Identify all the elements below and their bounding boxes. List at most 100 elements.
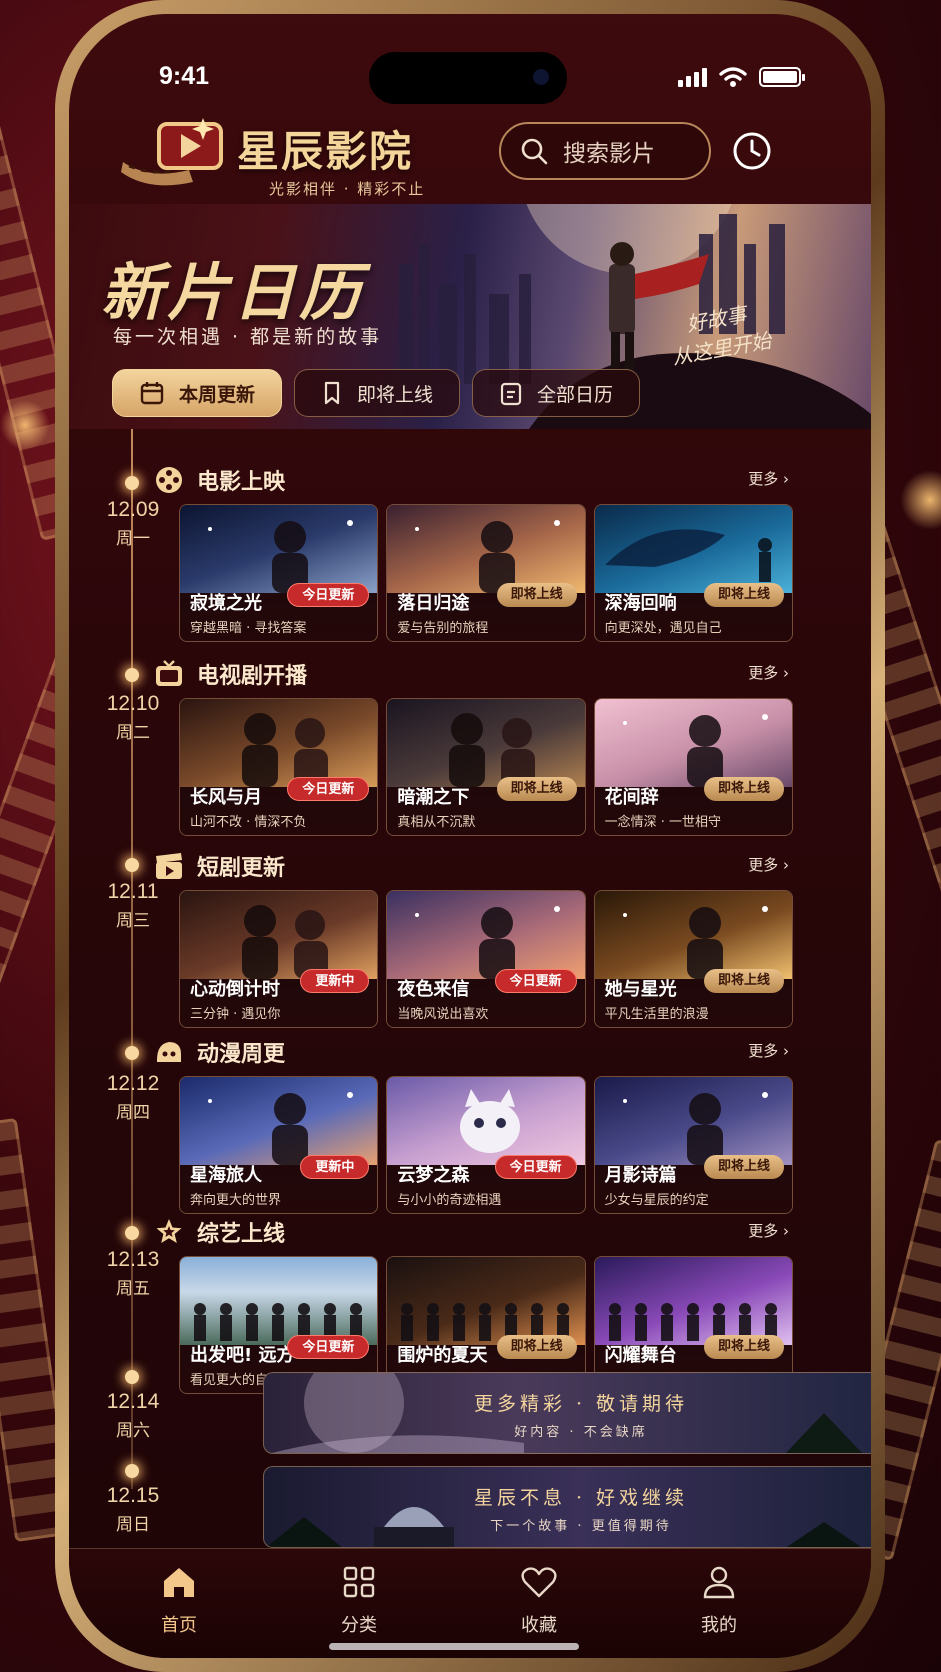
bottom-nav: 首页 分类 收藏 我的 [69,1548,871,1658]
history-clock-icon[interactable] [729,128,775,174]
promo-banner[interactable]: 星辰不息 · 好戏继续 下一个故事 · 更值得期待 [263,1466,871,1548]
nav-category[interactable]: 分类 [309,1563,409,1637]
status-badge: 今日更新 [494,969,577,993]
more-link[interactable]: 更多 › [748,1220,789,1241]
title-card[interactable]: 今日更新 云梦之森 与小小的奇迹相遇 [386,1076,586,1214]
status-badge: 今日更新 [287,777,370,801]
calendar-list-icon [500,382,522,406]
more-label: 更多 [748,470,779,488]
nav-label: 我的 [701,1615,737,1636]
status-badge: 即将上线 [496,583,577,607]
tab-label: 即将上线 [357,383,434,406]
card-description: 向更深处，遇见自己 [604,621,722,636]
status-badge: 今日更新 [287,583,370,607]
title-card[interactable]: 即将上线 暗潮之下 真相从不沉默 [386,698,586,836]
promo-subtitle: 好内容 · 不会缺席 [514,1425,648,1440]
title-card[interactable]: 即将上线 落日归途 爱与告别的旅程 [386,504,586,642]
section-header: 动漫周更 更多 › [153,1032,793,1072]
timeline-line [131,429,133,1489]
home-icon [164,1568,194,1597]
title-card[interactable]: 更新中 星海旅人 奔向更大的世界 [179,1076,379,1214]
timeline-dot [125,476,139,490]
card-description: 穿越黑暗 · 寻找答案 [190,621,307,636]
promo-banner[interactable]: 更多精彩 · 敬请期待 好内容 · 不会缺席 [263,1372,871,1454]
clapper-icon [153,850,185,882]
app-name: 星辰影院 [237,127,414,176]
title-card[interactable]: 更新中 心动倒计时 三分钟 · 遇见你 [179,890,379,1028]
status-badge: 今日更新 [287,1335,370,1359]
status-bar: 9:41 [69,52,871,104]
poster-image [594,699,792,787]
title-card[interactable]: 即将上线 深海回响 向更深处，遇见自己 [593,504,793,642]
section-title: 电影上映 [197,470,286,495]
title-card[interactable]: 即将上线 花间辞 一念情深 · 一世相守 [593,698,793,836]
light-sparkle [0,400,50,450]
section-header: 电影上映 更多 › [153,460,793,500]
poster-image [387,1257,585,1345]
tab-this-week[interactable]: 本周更新 [112,369,283,417]
title-card[interactable]: 今日更新 长风与月 山河不改 · 情深不负 [179,698,379,836]
status-icons [678,66,805,88]
status-badge: 今日更新 [494,1155,577,1179]
nav-favorites[interactable]: 收藏 [489,1563,589,1637]
poster-image [180,1077,378,1165]
title-card[interactable]: 今日更新 夜色来信 当晚风说出喜欢 [386,890,586,1028]
card-description: 当晚风说出喜欢 [397,1007,489,1022]
calendar-section: 短剧更新 更多 › 更新中 心动倒计时 三分钟 · 遇见你 今日更新 夜色来信 当晚风说出喜欢… [153,846,793,1028]
star-badge-icon [153,1216,185,1248]
more-link[interactable]: 更多 › [748,662,789,683]
home-indicator[interactable] [329,1643,579,1650]
title-card[interactable]: 今日更新 寂境之光 穿越黑暗 · 寻找答案 [179,504,379,642]
light-sparkle [900,470,941,530]
heart-icon [521,1567,557,1598]
nav-label: 首页 [161,1615,197,1636]
tab-label: 全部日历 [537,383,614,406]
status-badge: 即将上线 [703,583,784,607]
poster-image [387,891,585,979]
status-badge: 即将上线 [496,1335,577,1359]
poster-image [594,1257,792,1345]
card-info: 今日更新 长风与月 山河不改 · 情深不负 [180,777,378,835]
status-badge: 即将上线 [703,1155,784,1179]
section-header: 综艺上线 更多 › [153,1212,793,1252]
card-description: 山河不改 · 情深不负 [190,815,307,830]
date-label: 12.15 [106,1484,160,1507]
timeline-dot [125,858,139,872]
signal-icon [678,67,707,87]
wifi-icon [719,67,747,87]
poster-image [180,1257,378,1345]
card-info: 即将上线 暗潮之下 真相从不沉默 [387,777,585,835]
tab-all-calendar[interactable]: 全部日历 [472,369,641,417]
card-info: 即将上线 花间辞 一念情深 · 一世相守 [594,777,792,835]
nav-home[interactable]: 首页 [129,1563,229,1637]
tab-coming-soon[interactable]: 即将上线 [294,369,461,417]
chevron-right-icon: › [783,856,789,874]
card-description: 奔向更大的世界 [190,1193,282,1208]
nav-profile[interactable]: 我的 [669,1563,769,1637]
chevron-right-icon: › [783,1222,789,1240]
dynamic-island [369,52,567,104]
more-link[interactable]: 更多 › [748,468,789,489]
status-badge: 更新中 [300,1155,370,1179]
title-card[interactable]: 即将上线 月影诗篇 少女与星辰的约定 [593,1076,793,1214]
status-badge: 即将上线 [703,777,784,801]
more-link[interactable]: 更多 › [748,854,789,875]
calendar-section: 动漫周更 更多 › 更新中 星海旅人 奔向更大的世界 今日更新 云梦之森 与小小的奇迹相遇 即将… [153,1032,793,1214]
promo-subtitle: 下一个故事 · 更值得期待 [490,1519,672,1534]
more-link[interactable]: 更多 › [748,1040,789,1061]
calendar-tabs: 本周更新 即将上线 全部日历 [112,369,641,417]
poster-image [387,699,585,787]
card-row: 今日更新 寂境之光 穿越黑暗 · 寻找答案 即将上线 落日归途 爱与告别的旅程 即将上线 深海… [153,504,793,642]
calendar-icon [140,382,164,405]
banner-title: 新片日历 [101,256,366,329]
film-play-logo-icon [121,118,223,186]
calendar-section: 综艺上线更多 ›今日更新出发吧! 远方看见更大的自己即将上线围炉的夏天好朋友 ·… [153,1212,793,1394]
card-description: 真相从不沉默 [397,815,476,830]
card-info: 今日更新 寂境之光 穿越黑暗 · 寻找答案 [180,583,378,641]
bookmark-icon [324,381,340,405]
search-input[interactable]: 搜索影片 [499,122,711,180]
card-info: 今日更新 云梦之森 与小小的奇迹相遇 [387,1155,585,1213]
title-card[interactable]: 即将上线 她与星光 平凡生活里的浪漫 [593,890,793,1028]
section-header: 短剧更新 更多 › [153,846,793,886]
film-reel-icon [153,464,185,496]
